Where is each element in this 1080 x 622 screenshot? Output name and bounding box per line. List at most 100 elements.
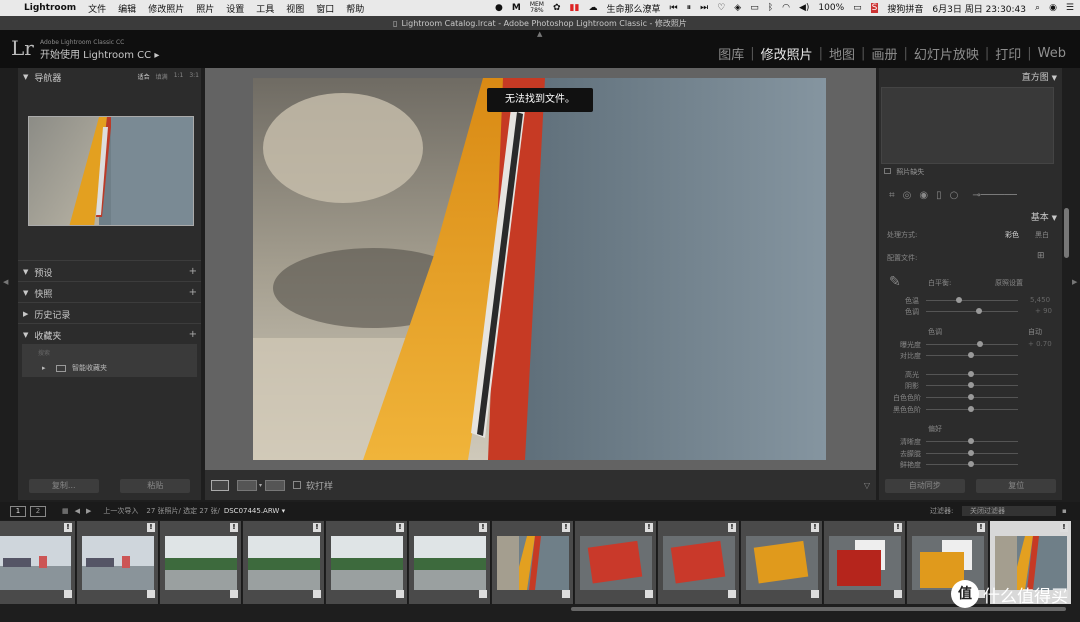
history-header[interactable]: ▶ 历史记录 <box>18 305 201 323</box>
highlights-knob[interactable] <box>968 371 974 377</box>
auto-sync-button[interactable]: 自动同步 <box>884 479 965 493</box>
basic-header[interactable]: 基本 ▼ <box>1031 210 1057 223</box>
collections-header[interactable]: ▼ 收藏夹 + <box>18 326 201 344</box>
filmstrip-thumbnail[interactable]: ! <box>0 521 76 604</box>
missing-file-icon[interactable]: ! <box>1060 523 1068 532</box>
missing-file-icon[interactable]: ! <box>479 523 487 532</box>
top-panel-toggle-icon[interactable]: ▲ <box>537 30 542 38</box>
histogram-header[interactable]: 直方图 ▼ <box>1022 70 1057 83</box>
menu-help[interactable]: 帮助 <box>346 2 364 15</box>
filmstrip-thumbnail[interactable]: ! <box>243 521 325 604</box>
pause-icon[interactable]: ⏸ <box>687 3 692 13</box>
snapshots-header[interactable]: ▼ 快照 + <box>18 284 201 302</box>
zoom-fill[interactable]: 填满 <box>156 72 168 81</box>
left-panel-toggle-icon[interactable]: ◀ <box>3 278 8 286</box>
filmstrip-thumbnail[interactable]: ! <box>77 521 159 604</box>
soft-proof-checkbox[interactable] <box>293 481 302 489</box>
filmstrip-thumbnail[interactable]: ! <box>160 521 242 604</box>
shield-icon[interactable]: ◈ <box>734 3 741 13</box>
filter-select[interactable]: 关闭过滤器 <box>962 506 1056 516</box>
adjustment-brush-icon[interactable]: ⊸────── <box>972 190 1017 201</box>
red-eye-icon[interactable]: ◉ <box>919 190 928 201</box>
input-method-label[interactable]: 搜狗拼音 <box>887 2 923 15</box>
reset-button[interactable]: 复位 <box>976 479 1057 493</box>
search-icon[interactable]: ⌕ <box>1035 3 1040 13</box>
vibrance-slider[interactable] <box>926 461 1018 467</box>
module-map[interactable]: 地图 <box>823 44 861 63</box>
filter-lock-icon[interactable]: ▪ <box>1062 507 1067 515</box>
menu-file[interactable]: 文件 <box>88 2 106 15</box>
navigator-preview[interactable] <box>28 116 194 226</box>
exposure-knob[interactable] <box>977 341 983 347</box>
tint-value[interactable]: + 90 <box>1035 307 1052 315</box>
input-method-icon[interactable]: S <box>870 3 879 13</box>
contrast-knob[interactable] <box>968 352 974 358</box>
battery-icon[interactable]: ▭ <box>853 3 862 13</box>
forward-arrow-icon[interactable]: ▶ <box>86 507 91 515</box>
filmstrip-thumbnail[interactable]: ! <box>492 521 574 604</box>
menu-app-name[interactable]: Lightroom <box>24 3 76 13</box>
missing-file-icon[interactable]: ! <box>562 523 570 532</box>
get-started-link[interactable]: 开始使用 Lightroom CC ▸ <box>40 46 159 61</box>
missing-file-icon[interactable]: ! <box>147 523 155 532</box>
missing-file-icon[interactable]: ! <box>977 523 985 532</box>
main-photo[interactable] <box>253 78 826 460</box>
histogram-display[interactable] <box>881 87 1054 164</box>
add-snapshot-icon[interactable]: + <box>189 287 197 298</box>
missing-file-icon[interactable]: ! <box>645 523 653 532</box>
filmstrip-thumbnail[interactable]: ! <box>658 521 740 604</box>
main-window-button[interactable]: 1 <box>10 505 26 517</box>
temp-slider[interactable] <box>926 297 1018 303</box>
vibrance-knob[interactable] <box>968 461 974 467</box>
menu-settings[interactable]: 设置 <box>226 2 244 15</box>
menu-edit[interactable]: 编辑 <box>118 2 136 15</box>
dehaze-knob[interactable] <box>968 450 974 456</box>
smart-collection-item[interactable]: ▸ 智能收藏夹 <box>42 363 107 373</box>
missing-file-icon[interactable]: ! <box>64 523 72 532</box>
dehaze-slider[interactable] <box>926 450 1018 456</box>
wifi-icon[interactable]: ◠ <box>782 3 790 13</box>
exposure-slider[interactable] <box>926 341 1018 347</box>
mem-indicator[interactable]: MEM 78% <box>530 2 544 14</box>
shadows-slider[interactable] <box>926 382 1018 388</box>
filmstrip-thumbnail[interactable]: ! <box>824 521 906 604</box>
paste-settings-button[interactable]: 粘贴 <box>120 479 191 493</box>
spot-removal-icon[interactable]: ◎ <box>903 190 912 201</box>
add-collection-icon[interactable]: + <box>189 329 197 340</box>
menu-photo[interactable]: 照片 <box>196 2 214 15</box>
treatment-color[interactable]: 彩色 <box>1005 230 1019 240</box>
clarity-slider[interactable] <box>926 438 1018 444</box>
before-after-swap-icon[interactable] <box>265 479 286 491</box>
menu-list-icon[interactable]: ☰ <box>1066 3 1074 13</box>
datetime[interactable]: 6月3日 周日 23:30:43 <box>932 2 1026 15</box>
graduated-filter-icon[interactable]: ▯ <box>936 190 942 201</box>
now-playing[interactable]: 生命那么潦草 <box>606 2 660 15</box>
stop-icon[interactable]: ▮▮ <box>570 3 580 13</box>
app-icon[interactable]: ✿ <box>553 3 561 13</box>
menu-tools[interactable]: 工具 <box>256 2 274 15</box>
grid-icon[interactable]: ▦ <box>62 507 69 515</box>
module-web[interactable]: Web <box>1032 46 1072 61</box>
copy-settings-button[interactable]: 复制... <box>28 479 99 493</box>
heart-icon[interactable]: ♡ <box>717 3 725 13</box>
profile-browser-icon[interactable]: ⊞ <box>1037 251 1045 261</box>
menu-view[interactable]: 视图 <box>286 2 304 15</box>
menu-develop[interactable]: 修改照片 <box>148 2 184 15</box>
whites-slider[interactable] <box>926 394 1018 400</box>
whites-knob[interactable] <box>968 394 974 400</box>
tone-auto-button[interactable]: 自动 <box>1028 327 1042 337</box>
temp-knob[interactable] <box>956 297 962 303</box>
add-preset-icon[interactable]: + <box>189 266 197 277</box>
bluetooth-icon[interactable]: ᛒ <box>768 3 773 13</box>
radial-filter-icon[interactable]: ○ <box>950 190 959 201</box>
missing-file-icon[interactable]: ! <box>811 523 819 532</box>
presets-header[interactable]: ▼ 预设 + <box>18 263 201 281</box>
toolbar-menu-icon[interactable]: ▽ <box>864 481 870 490</box>
right-panel-toggle-icon[interactable]: ▶ <box>1072 278 1077 286</box>
module-slideshow[interactable]: 幻灯片放映 <box>908 44 985 63</box>
blacks-slider[interactable] <box>926 406 1018 412</box>
status-icon[interactable]: ● <box>495 3 503 13</box>
source-label[interactable]: 上一次导入 <box>103 506 138 516</box>
filmstrip-thumbnail[interactable]: ! <box>575 521 657 604</box>
shadows-knob[interactable] <box>968 382 974 388</box>
